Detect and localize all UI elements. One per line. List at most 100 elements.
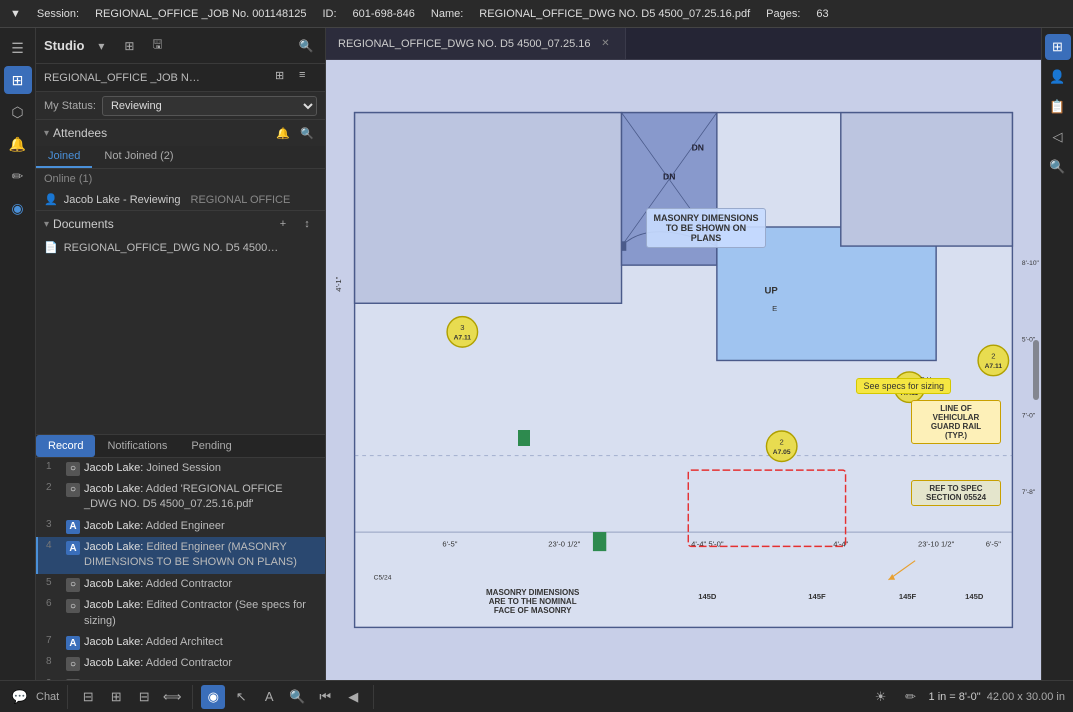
documents-section: ▾ Documents + ↕ 📄 REGIONAL_OFFICE_DWG NO… bbox=[36, 211, 325, 434]
bottom-annotate-icon[interactable]: ✏ bbox=[899, 685, 923, 709]
session-name: REGIONAL_OFFICE _JOB No. 001148125 bbox=[95, 8, 306, 20]
doc-tab-close[interactable]: ✕ bbox=[599, 37, 613, 51]
svg-text:3: 3 bbox=[460, 323, 464, 332]
right-toolbar: ⊞ 👤 📋 ◁ 🔍 bbox=[1041, 28, 1073, 680]
record-num: 9 bbox=[46, 678, 62, 680]
record-num: 2 bbox=[46, 482, 62, 493]
name-value: REGIONAL_OFFICE_DWG NO. D5 4500_07.25.16… bbox=[479, 8, 750, 20]
record-item: 3 A Jacob Lake: Added Engineer bbox=[36, 516, 325, 537]
left-panel: Studio ▾ ⊞ 🖫 🔍 REGIONAL_OFFICE _JOB No. … bbox=[36, 28, 326, 680]
grid-icon[interactable]: ⊞ bbox=[4, 66, 32, 94]
record-icon: A bbox=[66, 636, 80, 650]
bottom-icon-layout[interactable]: ⊟ bbox=[76, 685, 100, 709]
session-bar: ▼ Session: REGIONAL_OFFICE _JOB No. 0011… bbox=[0, 0, 1073, 28]
tab-not-joined[interactable]: Not Joined (2) bbox=[92, 146, 185, 168]
bottom-icon-page[interactable]: ⊞ bbox=[104, 685, 128, 709]
tab-joined[interactable]: Joined bbox=[36, 146, 92, 168]
svg-text:3: 3 bbox=[907, 378, 911, 387]
record-icon: ○ bbox=[66, 462, 80, 476]
bottom-icon-zoom[interactable]: 🔍 bbox=[285, 685, 309, 709]
tab-notifications[interactable]: Notifications bbox=[95, 435, 179, 457]
bottom-icon-first[interactable]: ⏮ bbox=[313, 685, 337, 709]
scroll-indicator[interactable] bbox=[1033, 340, 1039, 400]
doc-list-item[interactable]: 📄 REGIONAL_OFFICE_DWG NO. D5 4500_07.2..… bbox=[36, 237, 325, 258]
scale-text: 1 in = 8'-0" bbox=[929, 691, 981, 703]
bottom-icon-circle-active[interactable]: ◉ bbox=[201, 685, 225, 709]
record-text: Jacob Lake: Added Contractor bbox=[84, 577, 317, 592]
bottom-brightness-icon[interactable]: ☀ bbox=[869, 685, 893, 709]
status-select[interactable]: Reviewing bbox=[102, 96, 317, 116]
studio-icon-btn-2[interactable]: 🖫 bbox=[146, 35, 168, 57]
svg-text:A7.11: A7.11 bbox=[901, 390, 919, 397]
attendees-title: Attendees bbox=[53, 126, 107, 140]
tab-record[interactable]: Record bbox=[36, 435, 95, 457]
main-container: ☰ ⊞ ⬡ 🔔 ✏ ◉ Studio ▾ ⊞ 🖫 🔍 REGIONAL_OFFI… bbox=[0, 28, 1073, 680]
studio-search-icon[interactable]: 🔍 bbox=[295, 35, 317, 57]
svg-text:4'-1": 4'-1" bbox=[334, 276, 343, 291]
record-item: 7 A Jacob Lake: Added Architect bbox=[36, 632, 325, 653]
studio-active-icon[interactable]: ◉ bbox=[4, 194, 32, 222]
record-num: 4 bbox=[46, 540, 62, 551]
attendees-header[interactable]: ▾ Attendees 🔔 🔍 bbox=[36, 120, 325, 146]
documents-header[interactable]: ▾ Documents + ↕ bbox=[36, 211, 325, 237]
bottom-icon-cursor[interactable]: ↖ bbox=[229, 685, 253, 709]
size-text: 42.00 x 30.00 in bbox=[987, 691, 1065, 703]
right-tool-user[interactable]: 👤 bbox=[1045, 64, 1071, 90]
record-author: Jacob Lake: bbox=[84, 657, 143, 669]
bottom-icon-text[interactable]: A bbox=[257, 685, 281, 709]
doc-sort-icon[interactable]: ↕ bbox=[297, 214, 317, 234]
record-text: Jacob Lake: Added 'REGIONAL OFFICE _DWG … bbox=[84, 482, 317, 513]
right-tool-back[interactable]: ◁ bbox=[1045, 124, 1071, 150]
record-icon: ○ bbox=[66, 679, 80, 680]
svg-text:8'-10": 8'-10" bbox=[1022, 260, 1040, 267]
tab-pending[interactable]: Pending bbox=[179, 435, 243, 457]
attendees-search-icon[interactable]: 🔍 bbox=[297, 123, 317, 143]
svg-text:145D: 145D bbox=[698, 592, 717, 601]
edit-icon[interactable]: ✏ bbox=[4, 162, 32, 190]
svg-text:2: 2 bbox=[991, 352, 995, 361]
bottom-chat-icon[interactable]: 💬 bbox=[8, 685, 32, 709]
svg-text:23'-10 1/2": 23'-10 1/2" bbox=[918, 539, 955, 548]
session-label: Session: bbox=[37, 8, 79, 20]
record-icon: A bbox=[66, 541, 80, 555]
documents-collapse-icon: ▾ bbox=[44, 219, 49, 230]
studio-dropdown-icon[interactable]: ▾ bbox=[90, 35, 112, 57]
bottom-icon-grid[interactable]: ⊟ bbox=[132, 685, 156, 709]
right-tool-search[interactable]: 🔍 bbox=[1045, 154, 1071, 180]
notifications-icon[interactable]: 🔔 bbox=[4, 130, 32, 158]
id-value: 601-698-846 bbox=[353, 8, 415, 20]
studio-icon-btn-1[interactable]: ⊞ bbox=[118, 35, 140, 57]
studio-header: Studio ▾ ⊞ 🖫 🔍 bbox=[36, 28, 325, 64]
svg-text:6'-5": 6'-5" bbox=[986, 539, 1001, 548]
svg-text:7'-0": 7'-0" bbox=[1022, 413, 1036, 420]
svg-text:2: 2 bbox=[780, 437, 784, 446]
attendees-icon-1[interactable]: 🔔 bbox=[273, 123, 293, 143]
doc-add-icon[interactable]: + bbox=[273, 214, 293, 234]
svg-text:145F: 145F bbox=[899, 592, 917, 601]
blueprint-canvas[interactable]: DN DN 3 A7.11 3 A7.11 2 A7.11 bbox=[326, 60, 1041, 680]
record-num: 1 bbox=[46, 461, 62, 472]
record-text: Jacob Lake: Added Architect bbox=[84, 635, 317, 650]
svg-text:A7.05: A7.05 bbox=[773, 449, 791, 456]
bottom-icon-prev[interactable]: ◀ bbox=[341, 685, 365, 709]
svg-text:145F: 145F bbox=[808, 592, 826, 601]
bottom-icon-compare[interactable]: ⟺ bbox=[160, 685, 184, 709]
record-author: Jacob Lake: bbox=[84, 483, 143, 495]
doc-file-icon: 📄 bbox=[44, 241, 58, 254]
right-tool-sheet[interactable]: 📋 bbox=[1045, 94, 1071, 120]
record-author: Jacob Lake: bbox=[84, 599, 143, 611]
doc-bar-icon-1[interactable]: ⊞ bbox=[275, 69, 293, 87]
record-author: Jacob Lake: bbox=[84, 578, 143, 590]
attendee-tabs: Joined Not Joined (2) bbox=[36, 146, 325, 169]
record-item: 2 ○ Jacob Lake: Added 'REGIONAL OFFICE _… bbox=[36, 479, 325, 516]
shapes-icon[interactable]: ⬡ bbox=[4, 98, 32, 126]
menu-icon[interactable]: ☰ bbox=[4, 34, 32, 62]
doc-tab-active[interactable]: REGIONAL_OFFICE_DWG NO. D5 4500_07.25.16… bbox=[326, 28, 626, 59]
right-tool-grid[interactable]: ⊞ bbox=[1045, 34, 1071, 60]
bottom-tool-group-1: ⊟ ⊞ ⊟ ⟺ bbox=[76, 685, 193, 709]
doc-bar-icon-2[interactable]: ≡ bbox=[299, 69, 317, 87]
svg-text:DN: DN bbox=[692, 143, 704, 153]
chat-label: Chat bbox=[36, 691, 59, 703]
bottom-toolbar: 💬 Chat ⊟ ⊞ ⊟ ⟺ ◉ ↖ A 🔍 ⏮ ◀ ☀ ✏ 1 in = 8'… bbox=[0, 680, 1073, 712]
session-icon: ▼ bbox=[10, 8, 21, 20]
